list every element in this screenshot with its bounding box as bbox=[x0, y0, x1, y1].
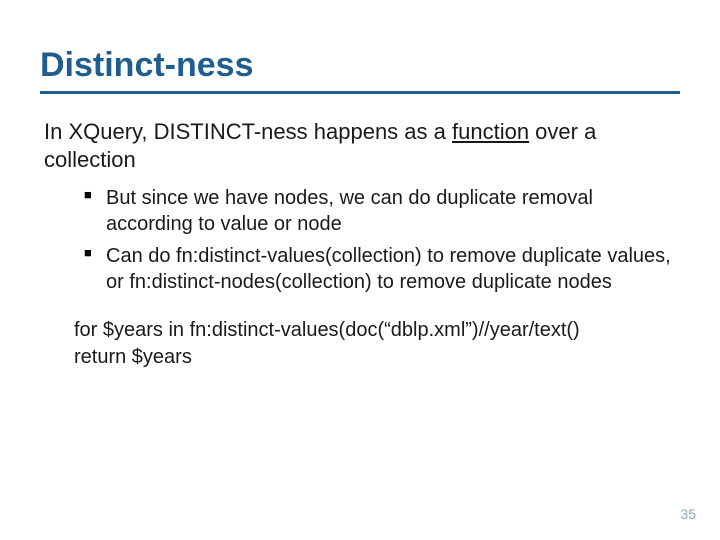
lead-underlined: function bbox=[452, 119, 529, 144]
code-line: for $years in fn:distinct-values(doc(“db… bbox=[74, 317, 680, 344]
code-example: for $years in fn:distinct-values(doc(“db… bbox=[40, 317, 680, 371]
code-line: return $years bbox=[74, 344, 680, 371]
slide-title: Distinct-ness bbox=[40, 46, 680, 85]
page-number: 35 bbox=[680, 506, 696, 522]
lead-text: In XQuery, DISTINCT-ness happens as a fu… bbox=[40, 118, 680, 173]
title-underline bbox=[40, 91, 680, 94]
list-item: Can do fn:distinct-values(collection) to… bbox=[84, 243, 680, 295]
list-item: But since we have nodes, we can do dupli… bbox=[84, 185, 680, 237]
bullet-list: But since we have nodes, we can do dupli… bbox=[40, 185, 680, 295]
slide: Distinct-ness In XQuery, DISTINCT-ness h… bbox=[0, 0, 720, 540]
lead-prefix: In XQuery, DISTINCT-ness happens as a bbox=[44, 119, 452, 144]
